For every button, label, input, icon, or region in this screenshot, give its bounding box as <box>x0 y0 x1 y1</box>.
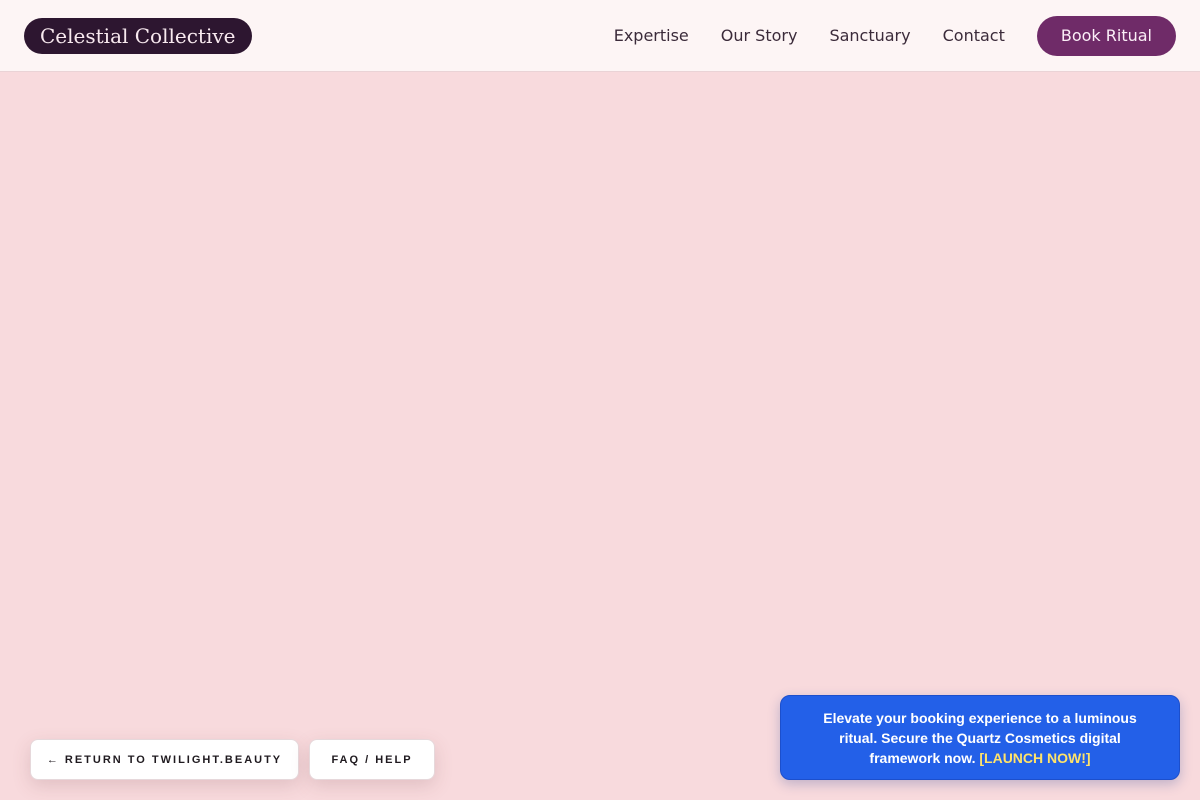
faq-help-button[interactable]: FAQ / HELP <box>309 739 435 780</box>
nav-link-expertise[interactable]: Expertise <box>614 26 689 45</box>
nav-link-contact[interactable]: Contact <box>943 26 1005 45</box>
return-to-site-button[interactable]: ← RETURN TO TWILIGHT.BEAUTY <box>30 739 299 780</box>
promo-banner: Elevate your booking experience to a lum… <box>780 695 1180 780</box>
nav-link-sanctuary[interactable]: Sanctuary <box>829 26 910 45</box>
main-nav: Expertise Our Story Sanctuary Contact Bo… <box>614 15 1176 56</box>
launch-now-link[interactable]: [LAUNCH NOW!] <box>979 750 1090 766</box>
promo-message: Elevate your booking experience to a lum… <box>817 708 1143 768</box>
site-header: Celestial Collective Expertise Our Story… <box>0 0 1200 72</box>
book-ritual-button[interactable]: Book Ritual <box>1036 15 1176 56</box>
nav-link-our-story[interactable]: Our Story <box>721 26 798 45</box>
brand-logo[interactable]: Celestial Collective <box>24 17 252 54</box>
